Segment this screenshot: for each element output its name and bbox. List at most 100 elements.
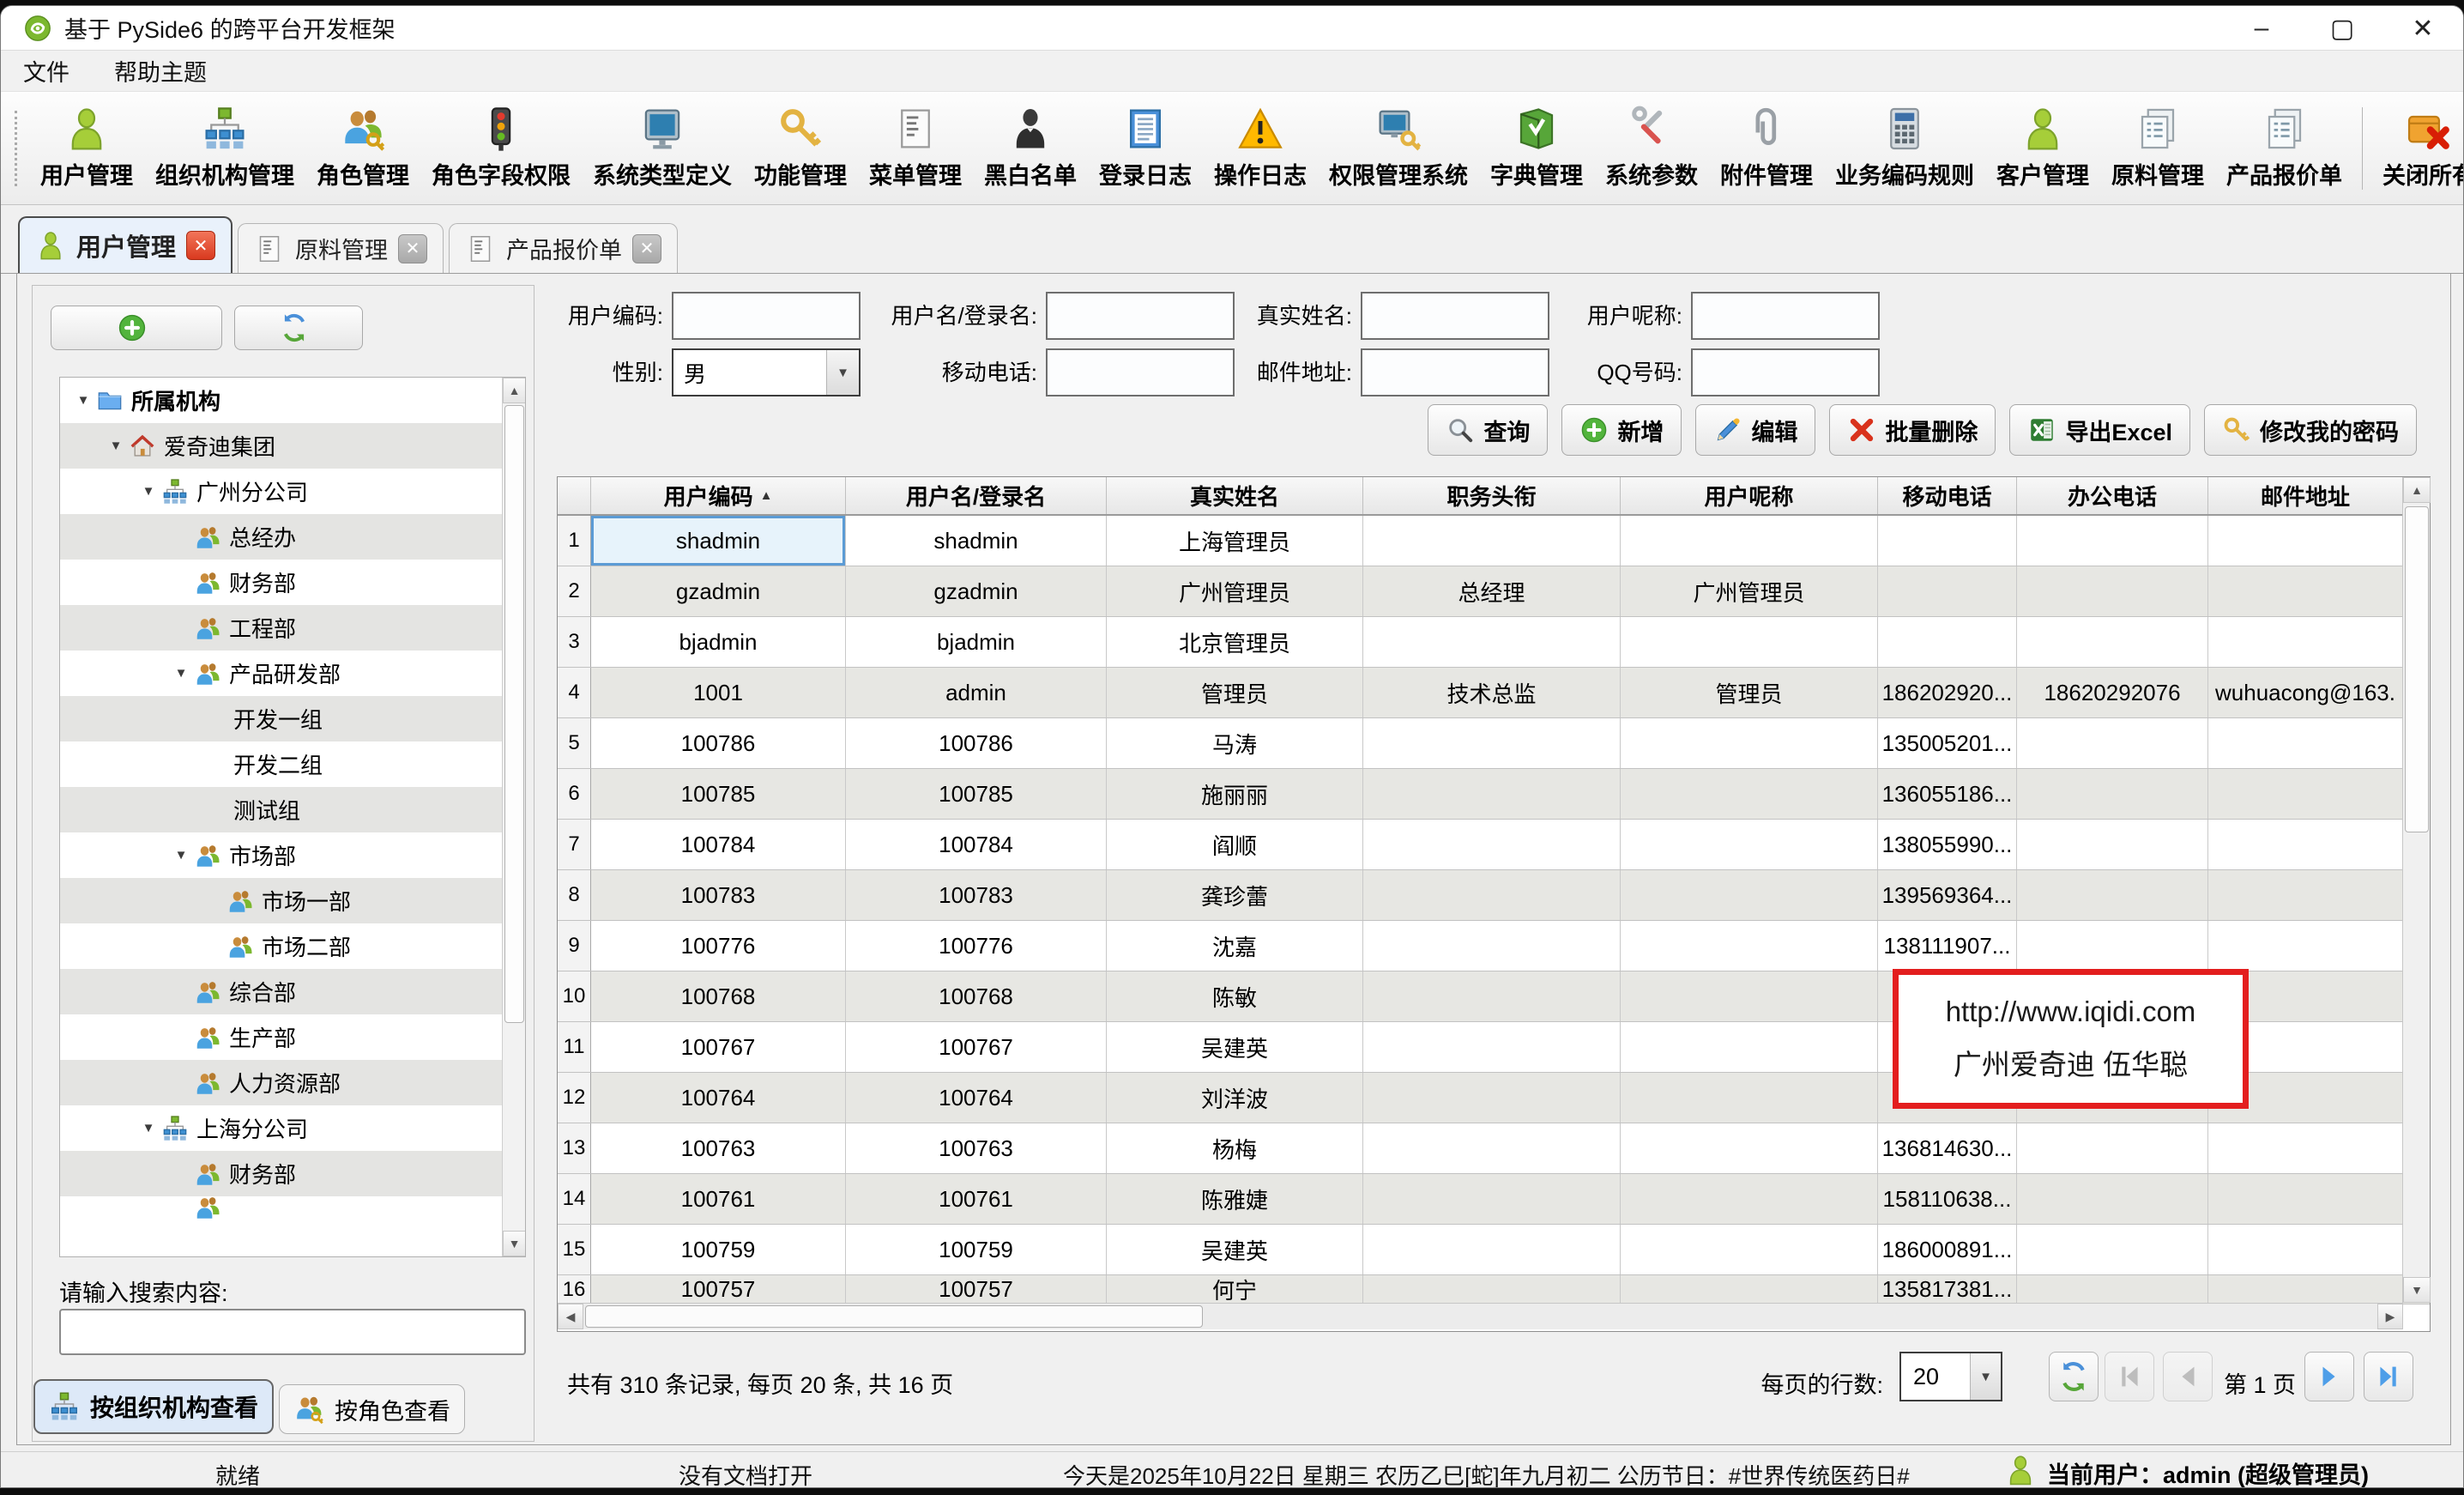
caret-down-icon[interactable]: ▼ <box>136 1121 161 1135</box>
column-header-1[interactable]: 用户编码▲ <box>591 477 846 514</box>
table-cell[interactable] <box>2017 617 2208 667</box>
table-cell[interactable] <box>2208 566 2403 616</box>
table-cell[interactable]: 100763 <box>591 1123 846 1173</box>
table-cell[interactable] <box>2208 617 2403 667</box>
table-cell[interactable] <box>2017 769 2208 819</box>
table-cell[interactable]: 100776 <box>846 921 1107 971</box>
scroll-down-icon[interactable]: ▼ <box>2403 1277 2431 1303</box>
toolbar-button-3[interactable]: 角色字段权限 <box>420 100 582 196</box>
toolbar-button-0[interactable]: 用户管理 <box>29 100 144 196</box>
table-cell[interactable] <box>1363 617 1621 667</box>
table-cell[interactable]: 阎顺 <box>1107 820 1363 869</box>
next-page-button[interactable] <box>2304 1352 2354 1401</box>
table-cell[interactable] <box>1621 769 1878 819</box>
maximize-button[interactable]: ▢ <box>2302 6 2382 51</box>
table-cell[interactable]: 100764 <box>591 1073 846 1123</box>
toolbar-button-14[interactable]: 业务编码规则 <box>1824 100 1985 196</box>
tab-2[interactable]: 产品报价单✕ <box>449 223 678 273</box>
tree-node-1[interactable]: ▼爱奇迪集团 <box>60 423 503 469</box>
table-cell[interactable]: 100785 <box>591 769 846 819</box>
table-cell[interactable]: 100768 <box>846 971 1107 1021</box>
prev-page-button[interactable] <box>2163 1352 2213 1401</box>
table-cell[interactable]: 100785 <box>846 769 1107 819</box>
tree-node-15[interactable]: 人力资源部 <box>60 1060 503 1105</box>
table-cell[interactable]: 100784 <box>846 820 1107 869</box>
table-cell[interactable]: 186000891... <box>1878 1225 2017 1274</box>
table-cell[interactable] <box>1621 870 1878 920</box>
table-cell[interactable]: gzadmin <box>591 566 846 616</box>
table-vscrollbar[interactable]: ▲ ▼ <box>2402 477 2430 1303</box>
table-cell[interactable]: 北京管理员 <box>1107 617 1363 667</box>
table-cell[interactable] <box>2017 1225 2208 1274</box>
table-cell[interactable] <box>1363 718 1621 768</box>
close-button[interactable]: ✕ <box>2382 6 2463 51</box>
toolbar-button-12[interactable]: 系统参数 <box>1594 100 1709 196</box>
view-tab-1[interactable]: 按角色查看 <box>279 1384 465 1434</box>
table-cell[interactable]: 100761 <box>846 1174 1107 1224</box>
column-header-5[interactable]: 用户呢称 <box>1621 477 1878 514</box>
table-cell[interactable]: 135817381... <box>1878 1275 2017 1304</box>
table-cell[interactable] <box>2017 870 2208 920</box>
scroll-left-icon[interactable]: ◀ <box>558 1304 583 1329</box>
action-button-2[interactable]: 编辑 <box>1695 404 1815 456</box>
tree-node-13[interactable]: 综合部 <box>60 969 503 1014</box>
table-cell[interactable]: 138111907... <box>1878 921 2017 971</box>
scroll-down-icon[interactable]: ▼ <box>503 1231 526 1256</box>
table-cell[interactable]: 技术总监 <box>1363 668 1621 717</box>
table-cell[interactable]: 100767 <box>591 1022 846 1072</box>
table-cell[interactable]: 沈嘉 <box>1107 921 1363 971</box>
table-cell[interactable] <box>1363 870 1621 920</box>
table-cell[interactable] <box>1621 617 1878 667</box>
table-cell[interactable] <box>2208 1275 2403 1304</box>
toolbar-button-2[interactable]: 角色管理 <box>305 100 420 196</box>
table-row-16[interactable]: 16100757100757何宁135817381... <box>558 1275 2430 1304</box>
tab-close-icon[interactable]: ✕ <box>186 231 215 260</box>
table-cell[interactable] <box>1878 566 2017 616</box>
column-header-7[interactable]: 办公电话 <box>2017 477 2208 514</box>
caret-down-icon[interactable]: ▼ <box>70 393 96 408</box>
toolbar-grip[interactable] <box>15 111 17 186</box>
table-cell[interactable]: 陈雅婕 <box>1107 1174 1363 1224</box>
table-cell[interactable] <box>2017 1275 2208 1304</box>
table-row-7[interactable]: 7100784100784阎顺138055990... <box>558 820 2430 870</box>
table-cell[interactable] <box>1363 820 1621 869</box>
table-cell[interactable] <box>1363 1275 1621 1304</box>
tree-node-5[interactable]: 工程部 <box>60 605 503 651</box>
view-tab-0[interactable]: 按组织机构查看 <box>33 1379 274 1434</box>
tree-node-4[interactable]: 财务部 <box>60 560 503 605</box>
toolbar-button-9[interactable]: 操作日志 <box>1203 100 1318 196</box>
table-row-1[interactable]: 1shadminshadmin上海管理员 <box>558 516 2430 566</box>
toolbar-button-11[interactable]: 字典管理 <box>1479 100 1594 196</box>
table-cell[interactable]: 100786 <box>846 718 1107 768</box>
table-cell[interactable]: 管理员 <box>1621 668 1878 717</box>
table-cell[interactable] <box>2208 1123 2403 1173</box>
tree-node-6[interactable]: ▼产品研发部 <box>60 651 503 696</box>
table-cell[interactable]: 100761 <box>591 1174 846 1224</box>
table-cell[interactable] <box>2017 820 2208 869</box>
table-cell[interactable]: gzadmin <box>846 566 1107 616</box>
table-cell[interactable]: admin <box>846 668 1107 717</box>
table-cell[interactable] <box>1621 1123 1878 1173</box>
caret-down-icon[interactable]: ▼ <box>136 484 161 499</box>
table-cell[interactable] <box>1363 921 1621 971</box>
toolbar-button-19[interactable]: 关闭所有 <box>2371 100 2464 196</box>
table-cell[interactable] <box>2208 1174 2403 1224</box>
tree-node-7[interactable]: 开发一组 <box>60 696 503 741</box>
table-cell[interactable]: 1001 <box>591 668 846 717</box>
table-row-2[interactable]: 2gzadmingzadmin广州管理员总经理广州管理员 <box>558 566 2430 617</box>
table-cell[interactable] <box>1363 971 1621 1021</box>
scroll-right-icon[interactable]: ▶ <box>2377 1304 2403 1329</box>
table-cell[interactable]: 总经理 <box>1363 566 1621 616</box>
tree-scrollbar-thumb[interactable] <box>504 405 524 1023</box>
table-cell[interactable]: 马涛 <box>1107 718 1363 768</box>
toolbar-button-15[interactable]: 客户管理 <box>1985 100 2100 196</box>
table-cell[interactable] <box>2208 769 2403 819</box>
menu-item-0[interactable]: 文件 <box>1 51 92 91</box>
table-cell[interactable]: 吴建英 <box>1107 1022 1363 1072</box>
last-page-button[interactable] <box>2364 1352 2413 1401</box>
menu-item-1[interactable]: 帮助主题 <box>92 51 229 91</box>
table-cell[interactable] <box>2017 566 2208 616</box>
table-cell[interactable] <box>2017 516 2208 566</box>
tree-node-12[interactable]: 市场二部 <box>60 923 503 969</box>
table-cell[interactable]: 100764 <box>846 1073 1107 1123</box>
